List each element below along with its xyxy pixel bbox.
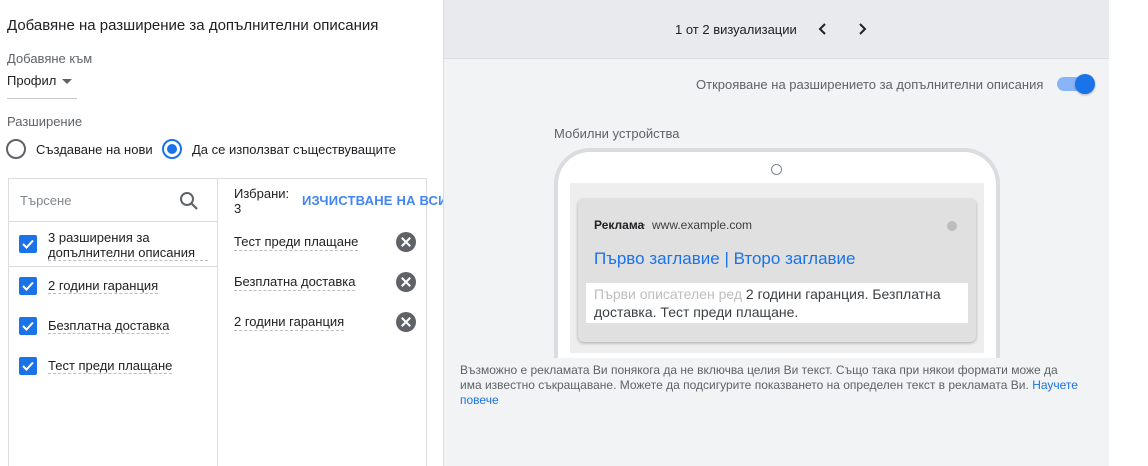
ad-title: Първо заглавие | Второ заглавие bbox=[594, 249, 856, 268]
divider bbox=[9, 266, 217, 267]
list-item[interactable]: 3 разширения за допълнителни описания bbox=[9, 222, 217, 266]
add-to-label: Добавяне към bbox=[7, 51, 93, 66]
ad-preview-card: Реклама · www.example.com Първо заглавие… bbox=[578, 199, 976, 342]
selected-item-label: Безплатна доставка bbox=[234, 274, 356, 291]
caret-down-icon bbox=[62, 79, 72, 84]
ad-description: Първи описателен ред 2 години гаранция. … bbox=[586, 283, 968, 323]
remove-icon[interactable] bbox=[396, 232, 416, 252]
list-item[interactable]: 2 години гаранция bbox=[9, 271, 217, 301]
remove-icon[interactable] bbox=[396, 272, 416, 292]
left-panel: Добавяне на разширение за допълнителни о… bbox=[0, 0, 475, 466]
note-text: Възможно е рекламата Ви понякога да не в… bbox=[460, 363, 1058, 392]
remove-icon[interactable] bbox=[396, 312, 416, 332]
checkbox-checked-icon[interactable] bbox=[19, 235, 37, 253]
radio-create-label: Създаване на нови bbox=[36, 141, 153, 157]
column-divider bbox=[217, 179, 218, 466]
add-to-value: Профил bbox=[7, 73, 57, 88]
device-label: Мобилни устройства bbox=[554, 126, 680, 141]
preview-pager: 1 от 2 визуализации bbox=[675, 22, 797, 37]
ad-desc-placeholder: Първи описателен ред bbox=[594, 286, 742, 302]
extension-label: Разширение bbox=[7, 114, 83, 129]
selected-count-value: 3 bbox=[234, 201, 242, 216]
radio-unchecked-icon[interactable] bbox=[6, 139, 26, 159]
toggle-label: Открояване на разширението за допълнител… bbox=[696, 77, 1044, 92]
selected-label: Избрани: bbox=[234, 186, 290, 201]
ad-url: www.example.com bbox=[652, 218, 753, 232]
list-item[interactable]: Безплатна доставка bbox=[9, 311, 217, 341]
search-box[interactable]: Търсене bbox=[9, 179, 217, 222]
separator-dot: · bbox=[642, 217, 646, 231]
preview-toolbar: 1 от 2 визуализации bbox=[444, 0, 1110, 59]
selected-count: Избрани: 3 bbox=[234, 186, 289, 216]
preview-note: Възможно е рекламата Ви понякога да не в… bbox=[460, 363, 1080, 408]
list-item[interactable]: Тест преди плащане bbox=[9, 351, 217, 381]
list-item-label: 3 разширения за допълнителни описания bbox=[48, 230, 208, 261]
toggle-knob bbox=[1075, 74, 1095, 94]
ad-badge: Реклама bbox=[594, 218, 645, 232]
checkbox-checked-icon[interactable] bbox=[19, 317, 37, 335]
radio-use-existing-label: Да се използват съществуващите bbox=[192, 141, 396, 157]
extension-picker: Търсене 3 разширения за допълнителни опи… bbox=[8, 178, 475, 466]
radio-create-new[interactable]: Създаване на нови bbox=[6, 138, 153, 160]
search-icon[interactable] bbox=[179, 191, 199, 211]
radio-checked-icon[interactable] bbox=[162, 139, 182, 159]
highlight-toggle[interactable] bbox=[1055, 74, 1095, 94]
preview-panel: 1 от 2 визуализации Открояване на разшир… bbox=[443, 0, 1110, 466]
camera-icon bbox=[771, 164, 782, 175]
phone-screen: Реклама · www.example.com Първо заглавие… bbox=[570, 183, 984, 353]
list-item-label: Безплатна доставка bbox=[48, 318, 170, 334]
chevron-right-icon[interactable] bbox=[854, 20, 870, 38]
checkbox-checked-icon[interactable] bbox=[19, 277, 37, 295]
search-input[interactable]: Търсене bbox=[20, 193, 71, 208]
selected-item-label: 2 години гаранция bbox=[234, 314, 345, 331]
list-item-label: 2 години гаранция bbox=[48, 278, 159, 294]
info-dot-icon bbox=[947, 221, 957, 231]
checkbox-checked-icon[interactable] bbox=[19, 357, 37, 375]
add-to-dropdown[interactable]: Профил bbox=[7, 73, 77, 99]
radio-use-existing[interactable]: Да се използват съществуващите bbox=[162, 138, 396, 160]
phone-frame: Реклама · www.example.com Първо заглавие… bbox=[554, 148, 1000, 358]
right-margin bbox=[1109, 0, 1148, 466]
list-item-label: Тест преди плащане bbox=[48, 358, 173, 374]
selected-item-label: Тест преди плащане bbox=[234, 234, 359, 251]
chevron-left-icon[interactable] bbox=[815, 20, 831, 38]
panel-title: Добавяне на разширение за допълнителни о… bbox=[7, 17, 379, 34]
